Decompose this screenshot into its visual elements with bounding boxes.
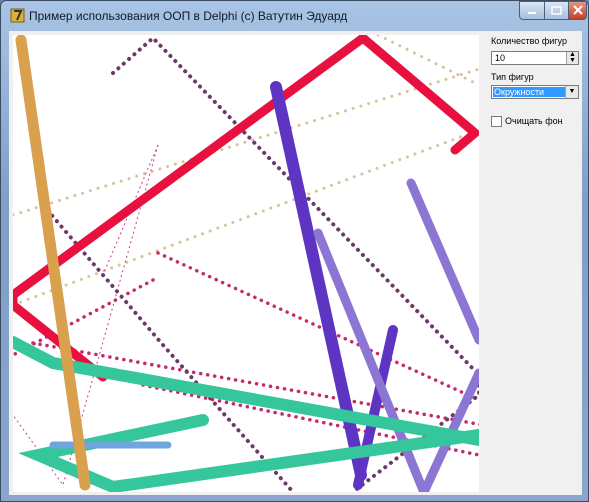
close-icon bbox=[573, 5, 583, 15]
type-selected-value[interactable]: Окружности bbox=[493, 87, 566, 97]
spin-down-icon[interactable]: ▼ bbox=[569, 57, 576, 64]
raspberry-dotted-line bbox=[31, 341, 479, 427]
clear-background-checkbox[interactable] bbox=[491, 116, 502, 127]
delphi-app-icon bbox=[10, 8, 25, 23]
count-value[interactable]: 10 bbox=[495, 53, 505, 63]
settings-panel: Количество фигур 10 ▲ ▼ Тип фигур Окружно… bbox=[481, 31, 582, 495]
count-label: Количество фигур bbox=[491, 36, 567, 46]
drawing-canvas[interactable] bbox=[13, 35, 479, 492]
tan-line bbox=[15, 35, 91, 491]
shapes-drawing bbox=[13, 35, 479, 492]
type-label: Тип фигур bbox=[491, 72, 534, 82]
minimize-button[interactable] bbox=[519, 1, 545, 20]
beige-dotted-line bbox=[13, 128, 479, 307]
chevron-down-icon[interactable]: ▼ bbox=[565, 86, 578, 98]
beige-dotted-line bbox=[13, 67, 479, 217]
minimize-icon bbox=[528, 12, 536, 14]
spin-buttons[interactable]: ▲ ▼ bbox=[566, 51, 578, 64]
red-polyline bbox=[13, 35, 479, 382]
title-bar[interactable]: Пример использования ООП в Delphi (c) Ва… bbox=[1, 1, 588, 29]
clear-background-label[interactable]: Очищать фон bbox=[505, 116, 563, 126]
count-spinedit[interactable]: 10 ▲ ▼ bbox=[491, 51, 579, 65]
maximize-button[interactable] bbox=[544, 1, 569, 20]
app-window: Пример использования ООП в Delphi (c) Ва… bbox=[0, 0, 589, 502]
type-combobox[interactable]: Окружности ▼ bbox=[491, 85, 579, 99]
close-button[interactable] bbox=[568, 1, 587, 20]
maximize-icon bbox=[551, 6, 562, 15]
window-title: Пример использования ООП в Delphi (c) Ва… bbox=[29, 9, 348, 23]
